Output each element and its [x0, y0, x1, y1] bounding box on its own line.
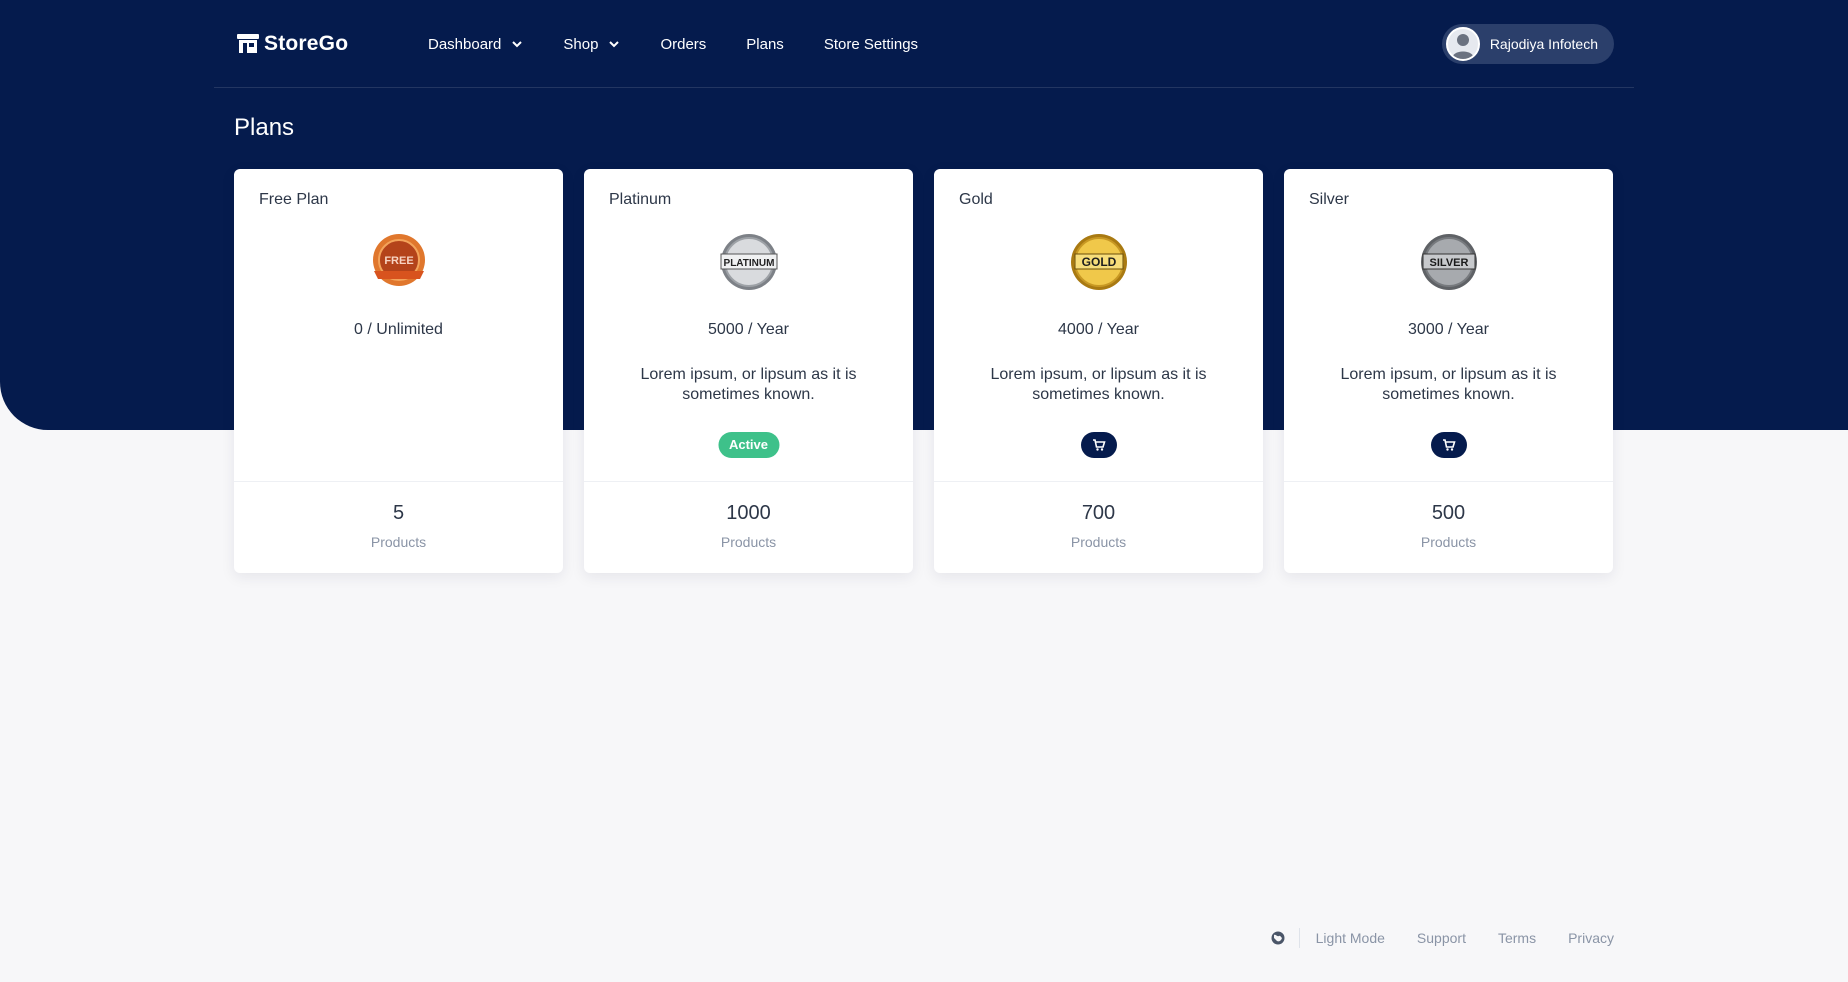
app-name: StoreGo [264, 32, 349, 55]
plan-name: Platinum [609, 191, 672, 208]
plan-footer: 1000 Products [584, 481, 913, 573]
nav-plans[interactable]: Plans [746, 36, 784, 53]
plan-products-count: 1000 [726, 502, 771, 524]
plan-products-count: 700 [1081, 502, 1116, 524]
chevron-down-icon [512, 41, 523, 48]
plan-products-count: 500 [1431, 502, 1466, 524]
nav-orders-label: Orders [660, 35, 707, 53]
gold-badge-icon: GOLD [1071, 234, 1127, 290]
silver-badge-text: SILVER [1430, 257, 1469, 269]
nav-dashboard-label: Dashboard [428, 35, 502, 53]
plan-name: Gold [959, 191, 993, 208]
platinum-badge-icon: PLATINUM [720, 234, 778, 290]
nav-shop-label: Shop [563, 35, 599, 53]
plan-card-free: Free Plan FREE 0 / Unlimited 5 Products [234, 169, 563, 573]
nav-store-settings[interactable]: Store Settings [824, 36, 918, 53]
plan-price: 0 / Unlimited [354, 321, 443, 338]
page-footer: Light Mode Support Terms Privacy [1271, 928, 1614, 948]
terms-link[interactable]: Terms [1498, 930, 1536, 946]
gold-badge-text: GOLD [1082, 255, 1117, 269]
buy-plan-button[interactable] [1430, 432, 1467, 458]
plan-card-gold: Gold GOLD 4000 / Year Lorem ipsum, or li… [934, 169, 1263, 573]
plan-description: Lorem ipsum, or lipsum as it is sometime… [1340, 366, 1557, 403]
status-badge: Active [717, 432, 780, 458]
plan-description: Lorem ipsum, or lipsum as it is sometime… [640, 366, 857, 403]
support-link[interactable]: Support [1417, 930, 1466, 946]
page-title: Plans [234, 114, 295, 141]
plan-products-label: Products [1420, 534, 1477, 550]
plan-price: 4000 / Year [1058, 321, 1139, 338]
plan-products-count: 5 [392, 502, 405, 524]
user-name: Rajodiya Infotech [1489, 36, 1598, 52]
platinum-badge-text: PLATINUM [724, 258, 775, 269]
globe-icon[interactable] [1271, 931, 1285, 945]
store-icon [236, 33, 260, 55]
plan-name: Free Plan [259, 191, 329, 208]
buy-plan-button[interactable] [1080, 432, 1117, 458]
nav-store-settings-label: Store Settings [823, 35, 919, 53]
silver-badge-icon: SILVER [1421, 234, 1477, 290]
privacy-link[interactable]: Privacy [1568, 930, 1614, 946]
plan-footer: 700 Products [934, 481, 1263, 573]
nav-dashboard[interactable]: Dashboard [428, 36, 523, 53]
nav-orders[interactable]: Orders [660, 36, 706, 53]
nav-shop[interactable]: Shop [563, 36, 620, 53]
free-badge-icon: FREE [373, 234, 425, 286]
plan-name: Silver [1309, 191, 1350, 208]
plan-cards: Free Plan FREE 0 / Unlimited 5 Products … [234, 169, 1613, 573]
plan-products-label: Products [1070, 534, 1127, 550]
plan-footer: 5 Products [234, 481, 563, 573]
plan-description: Lorem ipsum, or lipsum as it is sometime… [990, 366, 1207, 403]
main-nav: Dashboard Shop Orders Plans Store Settin… [428, 0, 958, 88]
plan-footer: 500 Products [1284, 481, 1613, 573]
plan-products-label: Products [370, 534, 427, 550]
avatar [1445, 27, 1480, 61]
cart-icon [1442, 439, 1456, 451]
plan-price: 3000 / Year [1408, 321, 1489, 338]
nav-plans-label: Plans [746, 35, 784, 53]
plan-products-label: Products [720, 534, 777, 550]
app-logo[interactable]: StoreGo [236, 32, 348, 56]
cart-icon [1092, 439, 1106, 451]
top-navbar: StoreGo Dashboard Shop Orders Plans Stor… [214, 0, 1634, 88]
chevron-down-icon [609, 41, 620, 48]
plan-card-silver: Silver SILVER 3000 / Year Lorem ipsum, o… [1284, 169, 1613, 573]
free-badge-text: FREE [384, 255, 413, 267]
plan-card-platinum: Platinum PLATINUM 5000 / Year Lorem ipsu… [584, 169, 913, 573]
user-menu[interactable]: Rajodiya Infotech [1441, 24, 1614, 64]
light-mode-link[interactable]: Light Mode [1316, 930, 1385, 946]
plan-price: 5000 / Year [708, 321, 789, 338]
footer-divider [1298, 928, 1300, 948]
